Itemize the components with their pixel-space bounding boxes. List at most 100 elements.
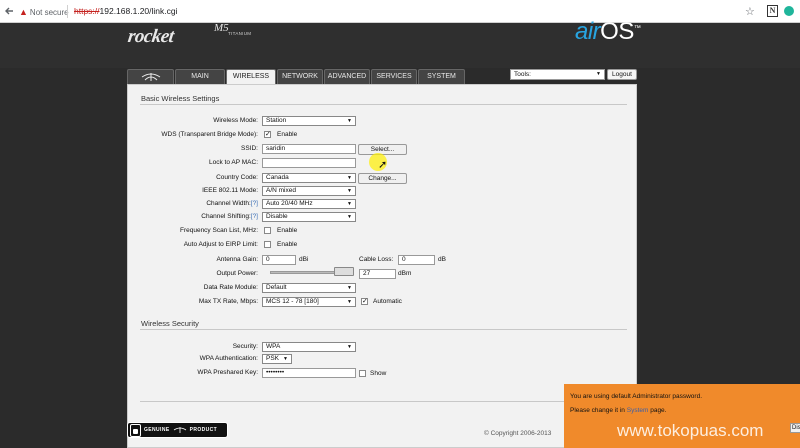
frequency-scan-checkbox[interactable] xyxy=(264,227,271,234)
address-divider xyxy=(67,5,68,18)
change-country-button[interactable]: Change... xyxy=(358,173,407,184)
tab-ubnt[interactable] xyxy=(127,69,174,84)
ieee-mode-select[interactable]: A/N mixed ▼ xyxy=(262,186,356,196)
channel-width-label: Channel Width:[?] xyxy=(108,200,258,207)
channel-shifting-value: Disable xyxy=(266,213,288,220)
country-code-select[interactable]: Canada ▼ xyxy=(262,173,356,183)
copyright-text: © Copyright 2006-2013 xyxy=(484,430,552,437)
antenna-gain-label: Antenna Gain: xyxy=(216,256,258,263)
extension-n-icon[interactable]: N xyxy=(767,5,778,17)
airos-logo-tm: ™ xyxy=(633,25,641,32)
eirp-limit-label: Auto Adjust to EIRP Limit: xyxy=(183,241,258,248)
tab-services[interactable]: SERVICES xyxy=(371,69,417,84)
eirp-limit-checkbox[interactable] xyxy=(264,241,271,248)
automatic-rate-checkbox[interactable] xyxy=(361,297,368,305)
max-tx-rate-value: MCS 12 - 78 [180] xyxy=(266,298,319,305)
genuine-product-badge: GENUINE PRODUCT xyxy=(127,422,228,438)
url-field[interactable]: https://192.168.1.20/link.cgi xyxy=(74,6,178,16)
wpa-authentication-value: PSK xyxy=(266,355,280,362)
url-host: 192.168.1.20/link.cgi xyxy=(99,6,178,16)
wds-option-label: Enable xyxy=(277,131,298,138)
show-key-label: Show xyxy=(370,370,387,377)
eirp-limit-option-label: Enable xyxy=(277,241,298,248)
antenna-gain-unit: dBi xyxy=(299,256,309,263)
dropdown-arrow-icon: ▼ xyxy=(347,201,352,207)
model-logo: M5 xyxy=(214,22,229,34)
antenna-gain-input[interactable]: 0 xyxy=(262,255,296,265)
logout-button[interactable]: Logout xyxy=(607,69,637,80)
security-select[interactable]: WPA ▼ xyxy=(262,342,356,352)
cable-loss-unit: dB xyxy=(438,256,446,263)
cable-loss-input[interactable]: 0 xyxy=(398,255,435,265)
wds-checkbox[interactable] xyxy=(264,130,271,138)
airos-logo-air: air xyxy=(575,18,601,45)
dropdown-arrow-icon: ▼ xyxy=(347,188,352,194)
ubiquiti-mark-icon xyxy=(173,427,186,433)
channel-width-label-text: Channel Width: xyxy=(206,200,251,207)
wpa-preshared-key-input[interactable]: •••••••• xyxy=(262,368,356,378)
security-indicator[interactable]: ▲ Not secure xyxy=(19,7,69,17)
dropdown-arrow-icon: ▼ xyxy=(347,285,352,291)
ubiquiti-logo-icon xyxy=(141,73,160,81)
watermark-text: www.tokopuas.com xyxy=(617,421,764,440)
dropdown-arrow-icon: ▼ xyxy=(347,118,352,124)
lock-ap-mac-input[interactable] xyxy=(262,158,356,168)
titanium-label: TITANIUM xyxy=(228,31,252,36)
channel-width-help-link[interactable]: [?] xyxy=(251,200,258,207)
wpa-authentication-label: WPA Authentication: xyxy=(199,355,258,362)
data-rate-module-label: Data Rate Module: xyxy=(203,284,258,291)
channel-width-select[interactable]: Auto 20/40 MHz ▼ xyxy=(262,199,356,209)
extension-grammarly-icon[interactable] xyxy=(784,6,794,16)
frequency-scan-option-label: Enable xyxy=(277,227,298,234)
back-arrow-icon[interactable] xyxy=(3,5,15,17)
dropdown-arrow-icon: ▼ xyxy=(347,299,352,305)
mouse-pointer-icon: ➚ xyxy=(378,159,388,171)
channel-shifting-help-link[interactable]: [?] xyxy=(251,213,258,220)
data-rate-module-value: Default xyxy=(266,284,287,291)
security-value: WPA xyxy=(266,343,281,350)
show-key-checkbox[interactable] xyxy=(359,370,366,377)
channel-shifting-select[interactable]: Disable ▼ xyxy=(262,212,356,222)
browser-address-bar: ▲ Not secure https://192.168.1.20/link.cg… xyxy=(0,0,800,23)
ssid-input[interactable]: saridin xyxy=(262,144,356,154)
output-power-slider-thumb[interactable] xyxy=(334,267,354,276)
not-secure-label: Not secure xyxy=(29,8,69,17)
system-page-link[interactable]: System xyxy=(627,407,649,414)
ieee-mode-value: A/N mixed xyxy=(266,187,296,194)
wireless-mode-select[interactable]: Station ▼ xyxy=(262,116,356,126)
tools-dropdown[interactable]: Tools: ▼ xyxy=(510,69,605,80)
security-label: Security: xyxy=(232,343,258,350)
wpa-authentication-select[interactable]: PSK ▼ xyxy=(262,354,292,364)
data-rate-module-select[interactable]: Default ▼ xyxy=(262,283,356,293)
country-code-value: Canada xyxy=(266,174,289,181)
genuine-badge-right: PRODUCT xyxy=(189,427,218,433)
dropdown-arrow-icon: ▼ xyxy=(596,71,601,77)
basic-settings-title: Basic Wireless Settings xyxy=(141,94,220,103)
dismiss-button[interactable]: Dismiss xyxy=(790,423,800,433)
tab-advanced[interactable]: ADVANCED xyxy=(324,69,370,84)
tab-system[interactable]: SYSTEM xyxy=(418,69,465,84)
output-power-input[interactable]: 27 xyxy=(359,269,396,279)
automatic-rate-label: Automatic xyxy=(373,298,402,305)
airos-header xyxy=(0,23,800,68)
dropdown-arrow-icon: ▼ xyxy=(347,175,352,181)
ieee-mode-label: IEEE 802.11 Mode: xyxy=(202,187,258,194)
wireless-mode-value: Station xyxy=(266,117,287,124)
wds-label: WDS (Transparent Bridge Mode): xyxy=(161,131,258,138)
tab-network[interactable]: NETWORK xyxy=(277,69,323,84)
notice-instruction: Please change it in System page. xyxy=(570,407,666,414)
dropdown-arrow-icon: ▼ xyxy=(347,214,352,220)
section-divider xyxy=(140,329,627,330)
tab-main[interactable]: MAIN xyxy=(175,69,225,84)
tab-wireless[interactable]: WIRELESS xyxy=(226,69,276,84)
dropdown-arrow-icon: ▼ xyxy=(347,344,352,350)
bookmark-star-icon[interactable]: ☆ xyxy=(745,5,755,18)
tools-dropdown-label: Tools: xyxy=(514,71,531,78)
max-tx-rate-label: Max TX Rate, Mbps: xyxy=(198,298,258,305)
max-tx-rate-select[interactable]: MCS 12 - 78 [180] ▼ xyxy=(262,297,356,307)
wireless-security-title: Wireless Security xyxy=(141,319,199,328)
lock-ap-mac-label: Lock to AP MAC: xyxy=(208,159,258,166)
lock-icon xyxy=(130,424,141,437)
wireless-mode-label: Wireless Mode: xyxy=(213,117,258,124)
section-divider xyxy=(140,104,627,105)
